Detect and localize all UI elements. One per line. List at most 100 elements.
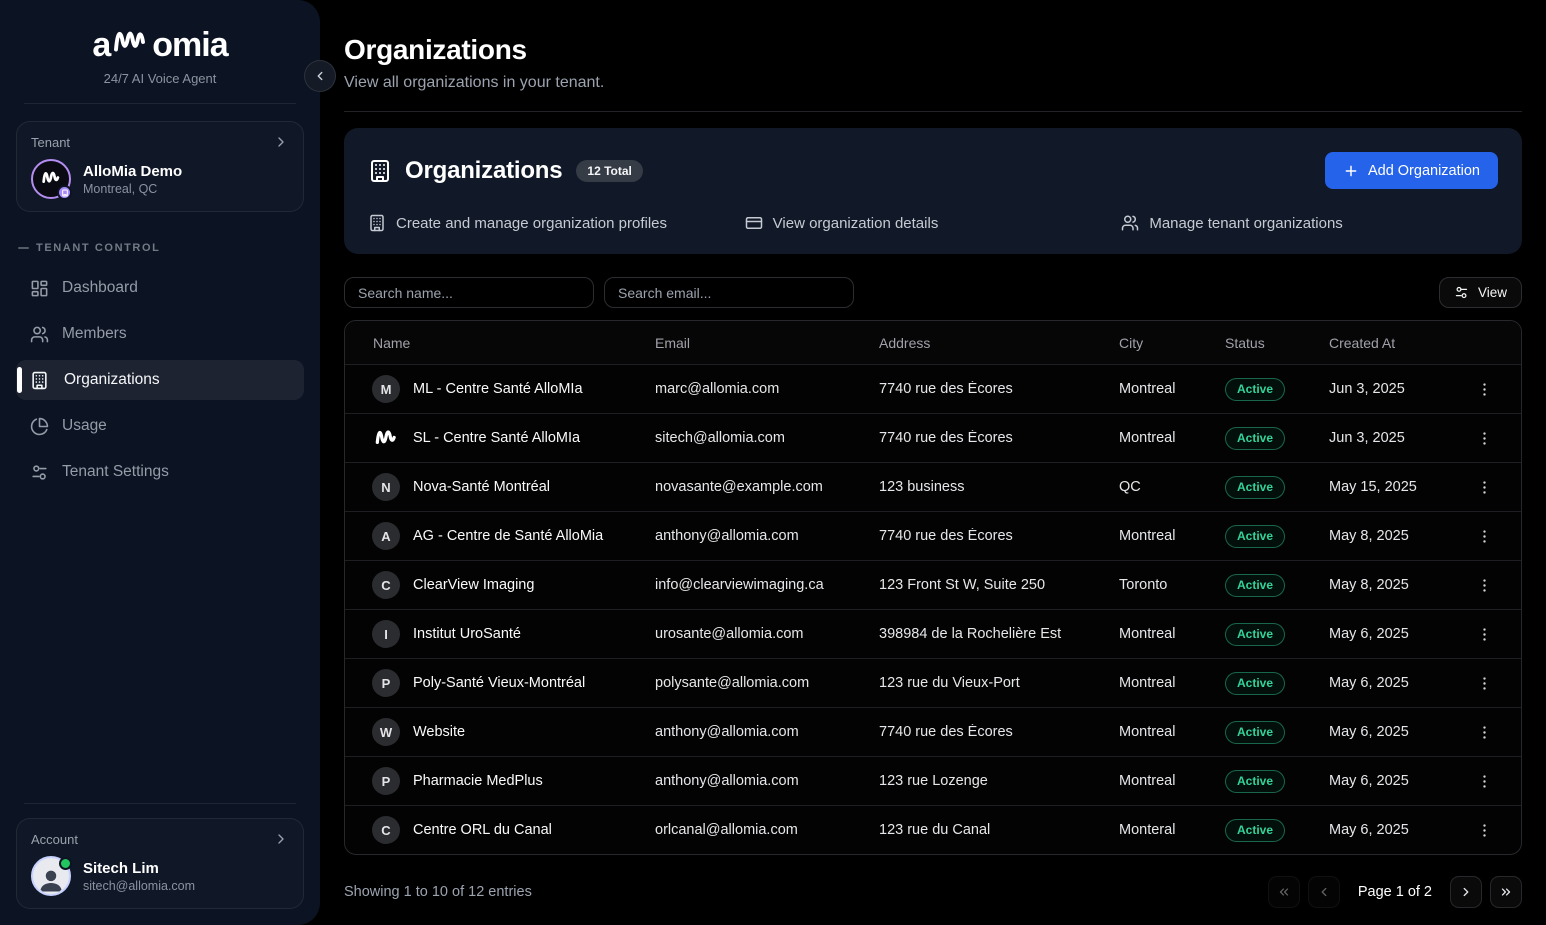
org-city: Montreal <box>1119 528 1225 544</box>
account-divider <box>24 803 296 804</box>
last-page-button[interactable] <box>1490 876 1522 908</box>
kebab-menu-icon <box>1476 773 1493 790</box>
add-organization-button[interactable]: Add Organization <box>1325 152 1498 189</box>
search-email-input[interactable] <box>604 277 854 308</box>
org-created-at: May 6, 2025 <box>1329 675 1465 691</box>
account-card[interactable]: Account Sitech Lim sitech@allomia.com <box>16 818 304 909</box>
org-city: Montreal <box>1119 675 1225 691</box>
org-name: ML - Centre Santé AlloMIa <box>413 381 583 397</box>
status-badge: Active <box>1225 770 1285 793</box>
sidebar-item-label: Members <box>62 325 127 343</box>
feature-manage-organizations: Manage tenant organizations <box>1121 214 1498 232</box>
dashboard-icon <box>30 279 49 298</box>
row-menu-button[interactable] <box>1471 521 1497 551</box>
org-city: Montreal <box>1119 381 1225 397</box>
status-badge: Active <box>1225 574 1285 597</box>
nav-section-label: TENANT CONTROL <box>16 242 304 262</box>
org-name: AG - Centre de Santé AlloMia <box>413 528 603 544</box>
card-icon <box>745 214 763 232</box>
chevrons-right-icon <box>1499 885 1513 899</box>
row-avatar: P <box>372 669 400 697</box>
status-badge: Active <box>1225 476 1285 499</box>
org-created-at: May 6, 2025 <box>1329 626 1465 642</box>
org-city: Montreal <box>1119 773 1225 789</box>
sidebar-item-organizations[interactable]: Organizations <box>16 360 304 400</box>
sidebar-collapse-button[interactable] <box>304 60 336 92</box>
org-address: 7740 rue des Écores <box>879 381 1119 397</box>
building-icon <box>30 371 49 390</box>
row-menu-button[interactable] <box>1471 717 1497 747</box>
org-address: 123 rue Lozenge <box>879 773 1119 789</box>
sidebar-item-tenant-settings[interactable]: Tenant Settings <box>16 452 304 492</box>
next-page-button[interactable] <box>1450 876 1482 908</box>
feature-view-details: View organization details <box>745 214 1122 232</box>
tenant-location: Montreal, QC <box>83 182 182 196</box>
org-email: info@clearviewimaging.ca <box>655 577 879 593</box>
table-header-row: Name Email Address City Status Created A… <box>345 321 1521 364</box>
org-address: 123 Front St W, Suite 250 <box>879 577 1119 593</box>
logo-text-suffix: omia <box>152 28 227 62</box>
chevron-right-icon <box>273 134 289 150</box>
page-subtitle: View all organizations in your tenant. <box>344 74 1522 92</box>
tenant-name: AlloMia Demo <box>83 163 182 180</box>
sidebar-item-dashboard[interactable]: Dashboard <box>16 268 304 308</box>
row-avatar: M <box>372 375 400 403</box>
row-menu-button[interactable] <box>1471 815 1497 845</box>
organizations-summary-card: Organizations 12 Total Add Organization … <box>344 128 1522 254</box>
header-divider <box>344 111 1522 112</box>
org-email: orlcanal@allomia.com <box>655 822 879 838</box>
status-badge: Active <box>1225 721 1285 744</box>
row-avatar: N <box>372 473 400 501</box>
table-row: P Pharmacie MedPlus anthony@allomia.com … <box>345 756 1521 805</box>
chevron-left-icon <box>1317 885 1331 899</box>
row-menu-button[interactable] <box>1471 423 1497 453</box>
first-page-button[interactable] <box>1268 876 1300 908</box>
org-email: anthony@allomia.com <box>655 773 879 789</box>
column-header-name: Name <box>345 335 655 351</box>
account-name: Sitech Lim <box>83 860 195 877</box>
row-menu-button[interactable] <box>1471 570 1497 600</box>
view-options-button[interactable]: View <box>1439 277 1522 308</box>
column-header-city: City <box>1119 335 1225 351</box>
previous-page-button[interactable] <box>1308 876 1340 908</box>
status-badge: Active <box>1225 623 1285 646</box>
org-city: QC <box>1119 479 1225 495</box>
column-header-status: Status <box>1225 335 1329 351</box>
row-avatar: P <box>372 767 400 795</box>
page-title: Organizations <box>344 34 1522 66</box>
table-body: M ML - Centre Santé AlloMIa marc@allomia… <box>345 364 1521 854</box>
column-header-address: Address <box>879 335 1119 351</box>
kebab-menu-icon <box>1476 724 1493 741</box>
kebab-menu-icon <box>1476 675 1493 692</box>
kebab-menu-icon <box>1476 528 1493 545</box>
row-menu-button[interactable] <box>1471 668 1497 698</box>
pagination: Page 1 of 2 <box>1268 876 1522 908</box>
search-name-input[interactable] <box>344 277 594 308</box>
page-indicator: Page 1 of 2 <box>1358 884 1432 900</box>
sidebar-nav: TENANT CONTROL Dashboard Members Organiz… <box>16 242 304 492</box>
table-row: SL - Centre Santé AlloMIa sitech@allomia… <box>345 413 1521 462</box>
tenant-card[interactable]: Tenant AlloMia Demo Montreal, QC <box>16 121 304 212</box>
column-header-created-at: Created At <box>1329 335 1465 351</box>
kebab-menu-icon <box>1476 626 1493 643</box>
org-name: Centre ORL du Canal <box>413 822 552 838</box>
chevron-left-icon <box>313 69 327 83</box>
row-menu-button[interactable] <box>1471 472 1497 502</box>
sidebar-item-members[interactable]: Members <box>16 314 304 354</box>
status-badge: Active <box>1225 427 1285 450</box>
table-row: W Website anthony@allomia.com 7740 rue d… <box>345 707 1521 756</box>
org-created-at: May 6, 2025 <box>1329 724 1465 740</box>
online-status-dot <box>59 857 72 870</box>
sidebar: a omia 24/7 AI Voice Agent Tenant Al <box>0 0 320 925</box>
sidebar-item-usage[interactable]: Usage <box>16 406 304 446</box>
table-row: C Centre ORL du Canal orlcanal@allomia.c… <box>345 805 1521 854</box>
row-menu-button[interactable] <box>1471 374 1497 404</box>
row-menu-button[interactable] <box>1471 619 1497 649</box>
org-name: SL - Centre Santé AlloMIa <box>413 430 580 446</box>
row-avatar: I <box>372 620 400 648</box>
table-row: A AG - Centre de Santé AlloMia anthony@a… <box>345 511 1521 560</box>
org-name: Website <box>413 724 465 740</box>
entries-summary: Showing 1 to 10 of 12 entries <box>344 884 532 900</box>
row-menu-button[interactable] <box>1471 766 1497 796</box>
org-created-at: May 6, 2025 <box>1329 773 1465 789</box>
